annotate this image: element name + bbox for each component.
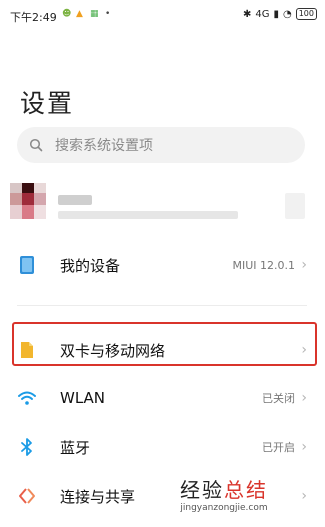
watermark: 经验总结 jingyanzongjie.com bbox=[180, 474, 268, 513]
row-label: 连接与共享 bbox=[60, 487, 136, 506]
chevron-right-icon: › bbox=[301, 257, 307, 273]
row-bluetooth[interactable]: 蓝牙 已开启 › bbox=[0, 422, 325, 472]
chevron-right-icon: › bbox=[301, 488, 307, 504]
wifi-icon bbox=[18, 391, 36, 405]
wifi-status-icon: ◔ bbox=[282, 8, 292, 20]
status-right: ✱ 4G ▮ ◔ 100 bbox=[243, 8, 317, 20]
notification-icon: ▲ bbox=[76, 9, 83, 19]
chevron-right-icon: › bbox=[301, 390, 307, 406]
row-wlan[interactable]: WLAN 已关闭 › bbox=[0, 373, 325, 423]
row-label: 我的设备 bbox=[60, 256, 121, 275]
page-title: 设置 bbox=[20, 89, 75, 118]
avatar bbox=[10, 183, 46, 219]
chevron-right-icon: › bbox=[301, 439, 307, 455]
row-value: 已关闭 bbox=[262, 392, 295, 405]
device-icon bbox=[20, 256, 34, 274]
notification-icon: ☻ bbox=[62, 9, 72, 19]
row-my-device[interactable]: 我的设备 MIUI 12.0.1 › bbox=[0, 240, 325, 290]
blurred-name bbox=[58, 195, 92, 205]
row-label: WLAN bbox=[60, 389, 106, 407]
watermark-text: 经验总结 bbox=[180, 478, 268, 502]
bluetooth-icon bbox=[21, 438, 32, 456]
status-time: 下午2:49 bbox=[10, 11, 57, 24]
status-bar: 下午2:49 ☻ ▲ ▦ • ✱ 4G ▮ ◔ 100 bbox=[0, 0, 325, 30]
share-icon bbox=[19, 488, 35, 504]
network-type: 4G bbox=[255, 8, 270, 20]
watermark-url: jingyanzongjie.com bbox=[180, 503, 268, 513]
blurred-detail bbox=[58, 211, 238, 219]
row-value: 已开启 bbox=[262, 441, 295, 454]
divider bbox=[17, 305, 307, 306]
row-value: MIUI 12.0.1 bbox=[232, 258, 295, 272]
row-label: 蓝牙 bbox=[60, 438, 91, 457]
search-icon bbox=[29, 138, 43, 152]
search-placeholder: 搜索系统设置项 bbox=[55, 138, 153, 154]
blurred-chevron bbox=[285, 193, 305, 219]
highlight-box bbox=[12, 322, 317, 366]
search-bar[interactable]: 搜索系统设置项 bbox=[17, 127, 305, 163]
calendar-icon: ▦ bbox=[90, 9, 99, 19]
account-entry[interactable] bbox=[0, 183, 325, 235]
battery-icon: 100 bbox=[295, 8, 317, 20]
bluetooth-status-icon: ✱ bbox=[242, 8, 252, 20]
more-notifications-icon: • bbox=[105, 9, 111, 19]
row-connection-sharing[interactable]: 连接与共享 › bbox=[0, 471, 325, 521]
signal-icon: ▮ bbox=[273, 8, 279, 20]
